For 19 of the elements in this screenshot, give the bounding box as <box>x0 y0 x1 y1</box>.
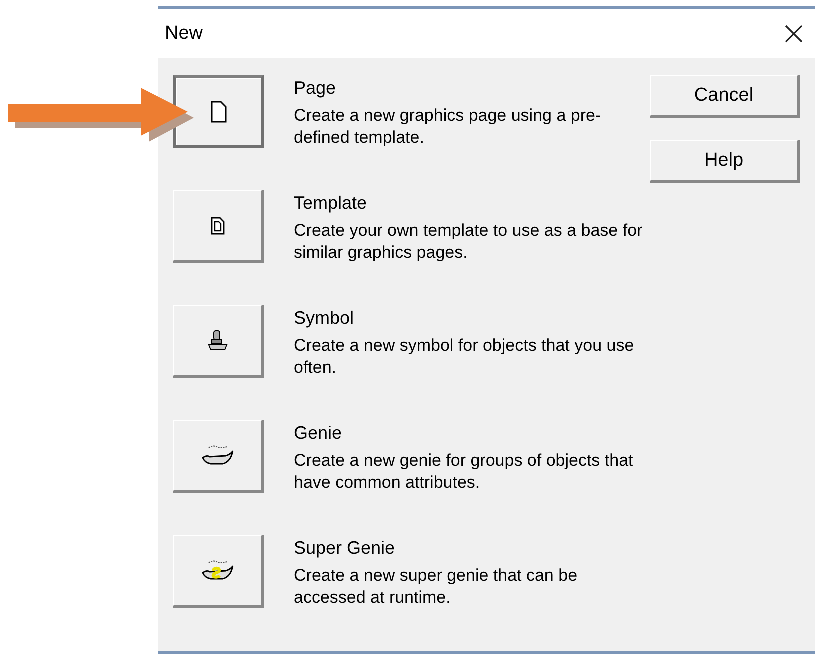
option-description: Create your own template to use as a base for similar graphics pages. <box>294 220 644 264</box>
dialog-button[interactable]: Help <box>650 140 800 183</box>
option-title: Page <box>294 78 338 99</box>
option-description: Create a new graphics page using a pre-defined template. <box>294 105 602 149</box>
option-title: Super Genie <box>294 538 396 559</box>
option-title: Symbol <box>294 308 356 329</box>
window-title: New <box>165 22 204 44</box>
lamp-icon <box>200 444 234 468</box>
stamp-icon <box>206 328 228 352</box>
document-icon <box>210 216 224 234</box>
option-title: Template <box>294 193 368 214</box>
option-description: Create a new genie for groups of objects that have common attributes. <box>294 450 634 494</box>
option-button[interactable] <box>173 75 264 148</box>
dialog-button[interactable]: Cancel <box>650 75 800 118</box>
option-description: Create a new super genie that can be accessed at runtime. <box>294 565 579 609</box>
blank-page-icon <box>210 100 226 122</box>
lamp-with-ring-icon <box>200 558 234 582</box>
option-title: Genie <box>294 423 344 444</box>
option-description: Create a new symbol for objects that you use often. <box>294 335 636 379</box>
